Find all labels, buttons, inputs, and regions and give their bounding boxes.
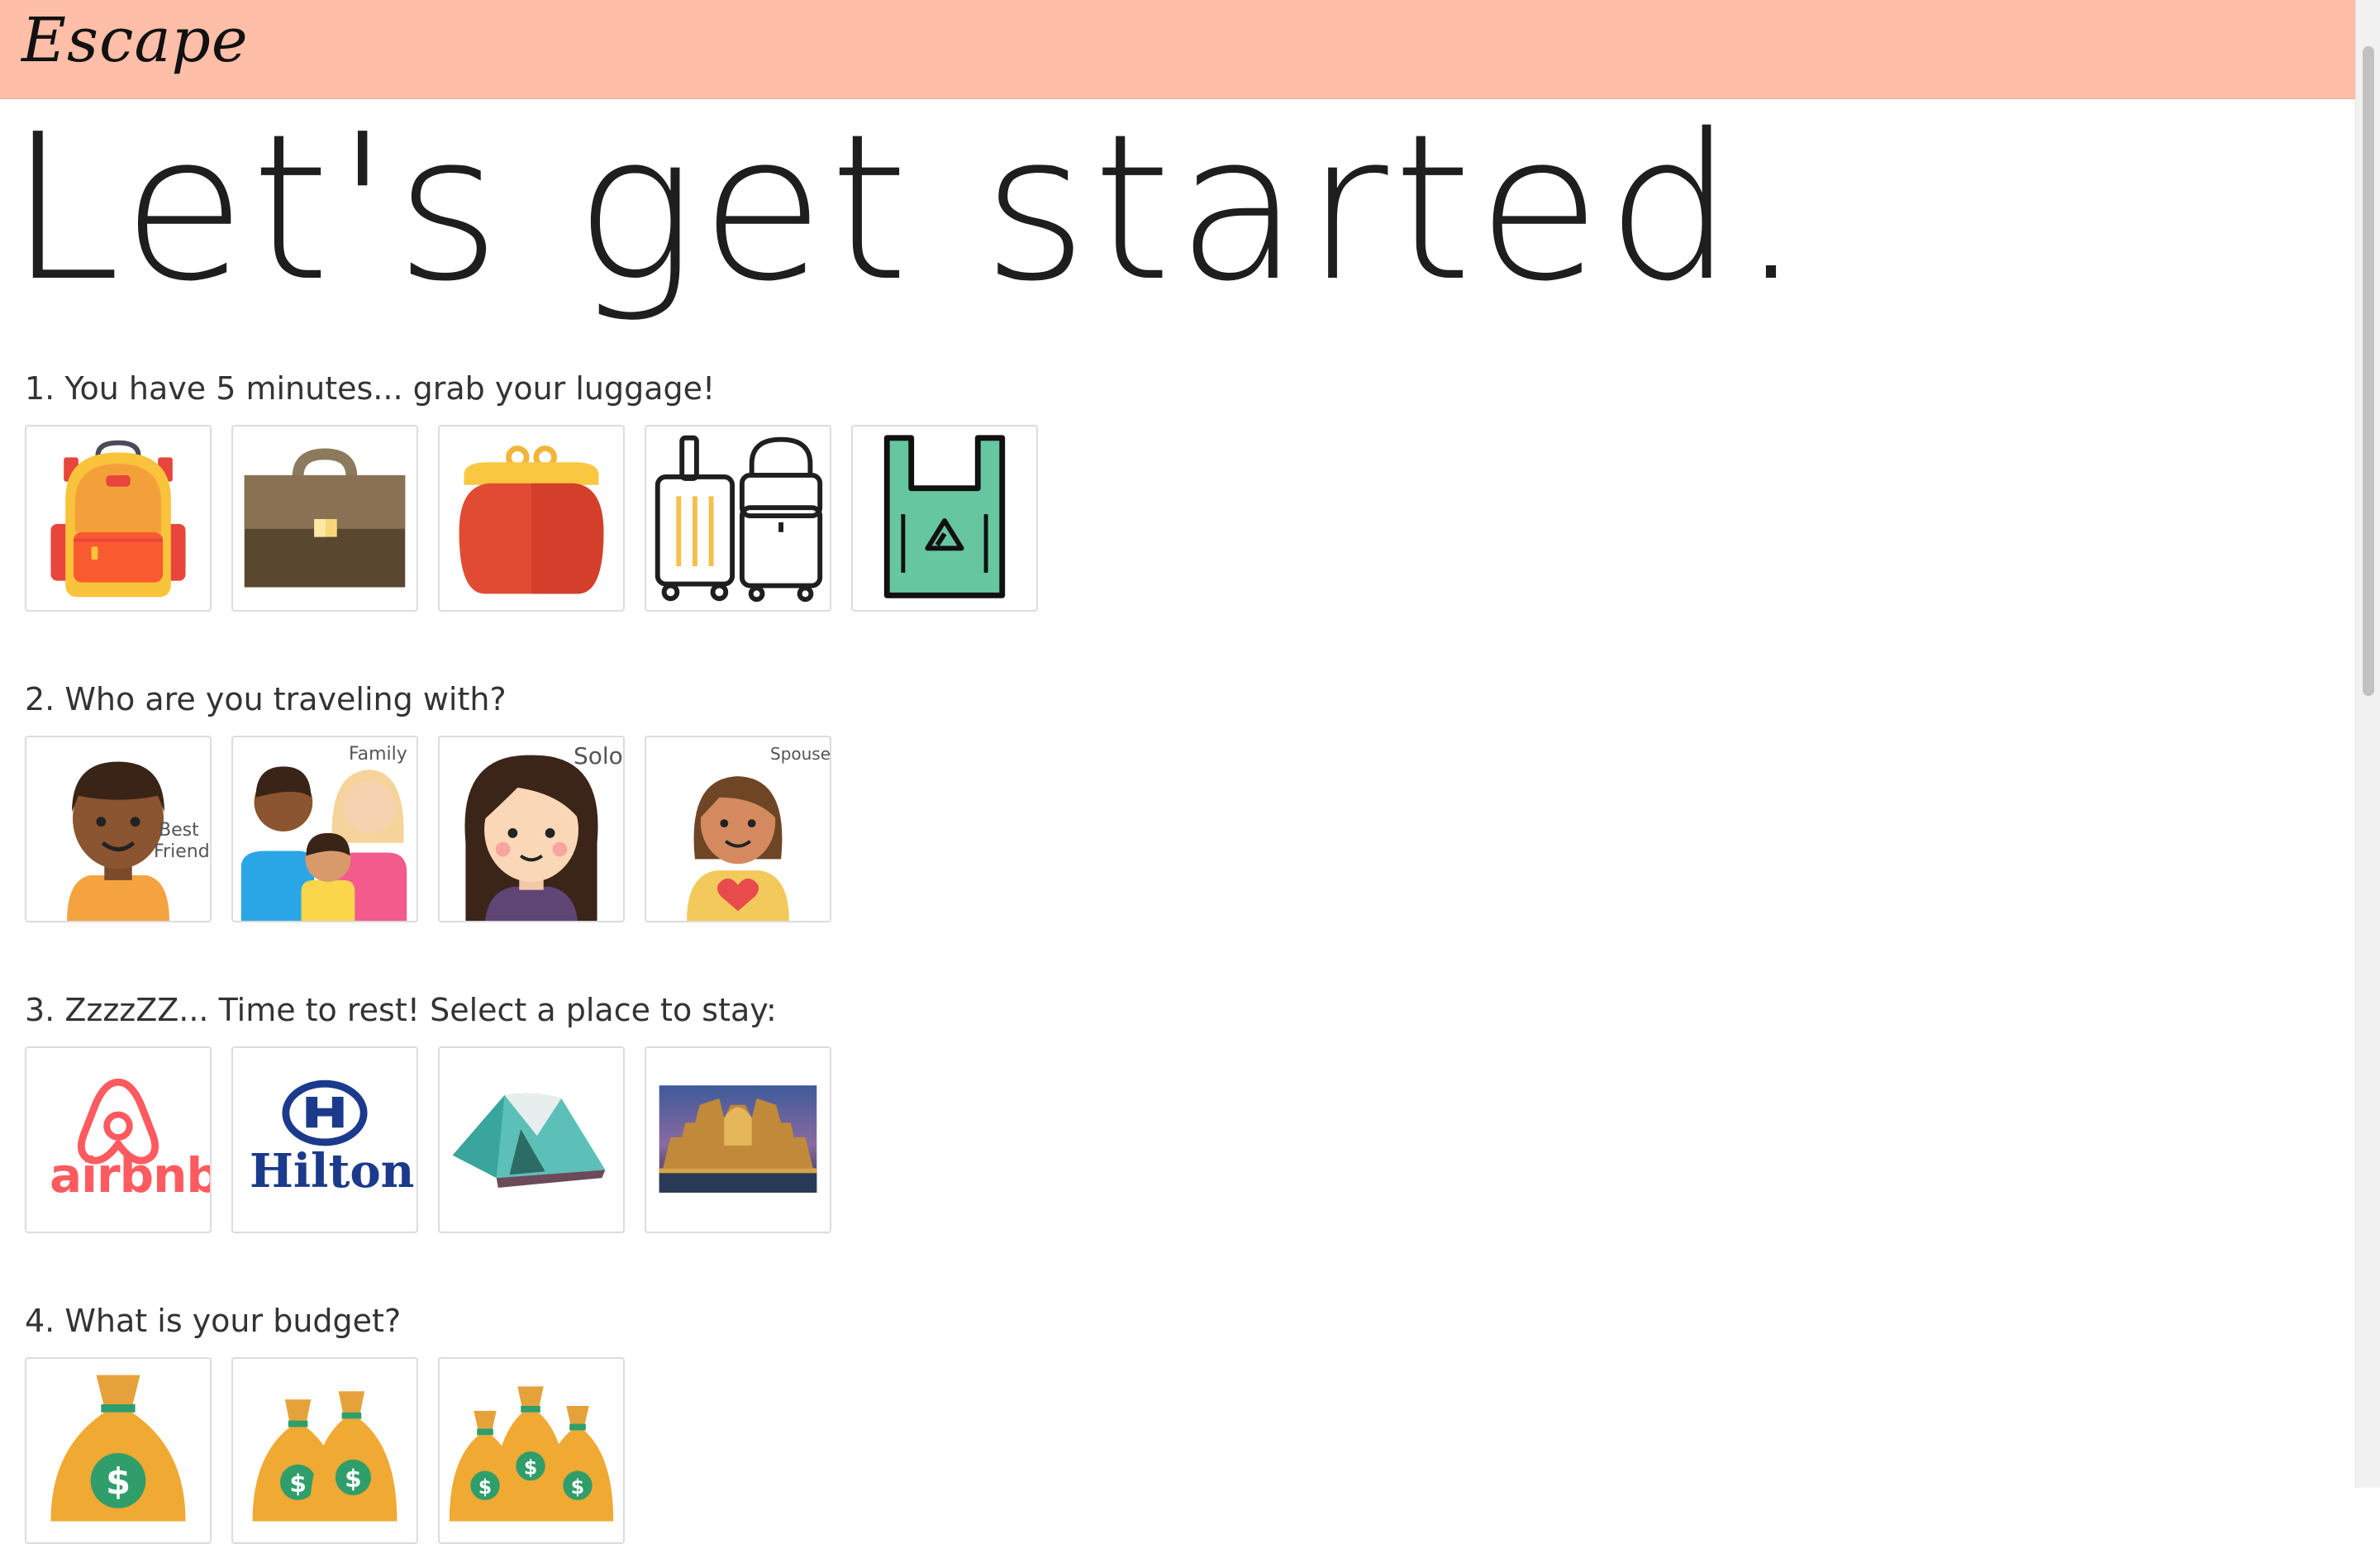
option-best-friend[interactable]: Best Friend xyxy=(25,736,212,922)
tent-icon xyxy=(452,1093,606,1188)
spouse-tag: Spouse xyxy=(770,744,831,764)
best-friend-tag-line1: Best xyxy=(159,820,199,841)
option-budget-mid[interactable]: $ $ xyxy=(231,1357,418,1544)
best-friend-tag: Best Friend xyxy=(154,820,210,863)
money-bags-three-icon: $ $ $ xyxy=(449,1386,614,1522)
option-spouse[interactable]: Spouse xyxy=(645,736,831,922)
navbar: Escape xyxy=(0,0,2355,99)
page-scrollbar[interactable] xyxy=(2355,0,2380,1488)
option-budget-high[interactable]: $ $ $ xyxy=(438,1357,625,1544)
question-3-label: 3. ZzzzZZ... Time to rest! Select a plac… xyxy=(25,992,777,1028)
hilton-wordmark: Hilton xyxy=(250,1144,415,1199)
svg-text:$: $ xyxy=(524,1456,537,1479)
svg-text:$: $ xyxy=(289,1470,307,1498)
option-plastic-bag[interactable] xyxy=(851,425,1038,612)
svg-text:$: $ xyxy=(345,1465,362,1493)
hilton-logo-icon xyxy=(282,1079,368,1146)
solo-tag: Solo xyxy=(574,742,623,770)
question-1-label: 1. You have 5 minutes... grab your lugga… xyxy=(25,370,716,407)
option-resort[interactable] xyxy=(645,1046,831,1233)
option-backpack[interactable] xyxy=(25,425,212,612)
svg-text:$: $ xyxy=(106,1461,131,1503)
option-solo[interactable]: Solo xyxy=(438,736,625,922)
question-4-options: $ $ $ $ $ $ xyxy=(25,1357,625,1544)
question-2-options: Best Friend Family Solo Spouse xyxy=(25,736,831,922)
briefcase-icon xyxy=(244,448,406,588)
option-airbnb[interactable]: airbnb xyxy=(25,1046,212,1233)
option-family[interactable]: Family xyxy=(231,736,418,922)
question-2-label: 2. Who are you traveling with? xyxy=(25,681,507,717)
page-title: Let's get started. xyxy=(8,91,1808,326)
question-1-options xyxy=(25,425,1038,612)
option-tent[interactable] xyxy=(438,1046,625,1233)
spouse-icon xyxy=(687,776,789,921)
plastic-bag-icon xyxy=(883,435,1006,598)
option-suitcases[interactable] xyxy=(645,425,831,612)
svg-text:$: $ xyxy=(478,1475,492,1499)
option-briefcase[interactable] xyxy=(231,425,418,612)
question-4-label: 4. What is your budget? xyxy=(25,1303,402,1339)
purse-icon xyxy=(459,446,604,594)
backpack-icon xyxy=(50,440,186,598)
family-tag: Family xyxy=(349,744,407,765)
best-friend-tag-line2: Friend xyxy=(154,841,210,862)
airbnb-wordmark: airbnb xyxy=(50,1147,212,1203)
option-purse[interactable] xyxy=(438,425,625,612)
option-budget-low[interactable]: $ xyxy=(25,1357,212,1544)
scrollbar-thumb[interactable] xyxy=(2363,46,2374,696)
suitcases-icon xyxy=(654,435,823,603)
option-hilton[interactable]: Hilton xyxy=(231,1046,418,1233)
family-icon xyxy=(240,766,407,921)
money-bags-two-icon: $ $ xyxy=(252,1391,397,1522)
brand-logo[interactable]: Escape xyxy=(21,5,249,76)
question-3-options: airbnb Hilton xyxy=(25,1046,831,1233)
airbnb-logo-icon xyxy=(78,1078,159,1165)
luxury-resort-photo-icon xyxy=(659,1085,817,1193)
svg-text:$: $ xyxy=(571,1475,584,1499)
money-bag-one-icon: $ xyxy=(50,1375,186,1522)
